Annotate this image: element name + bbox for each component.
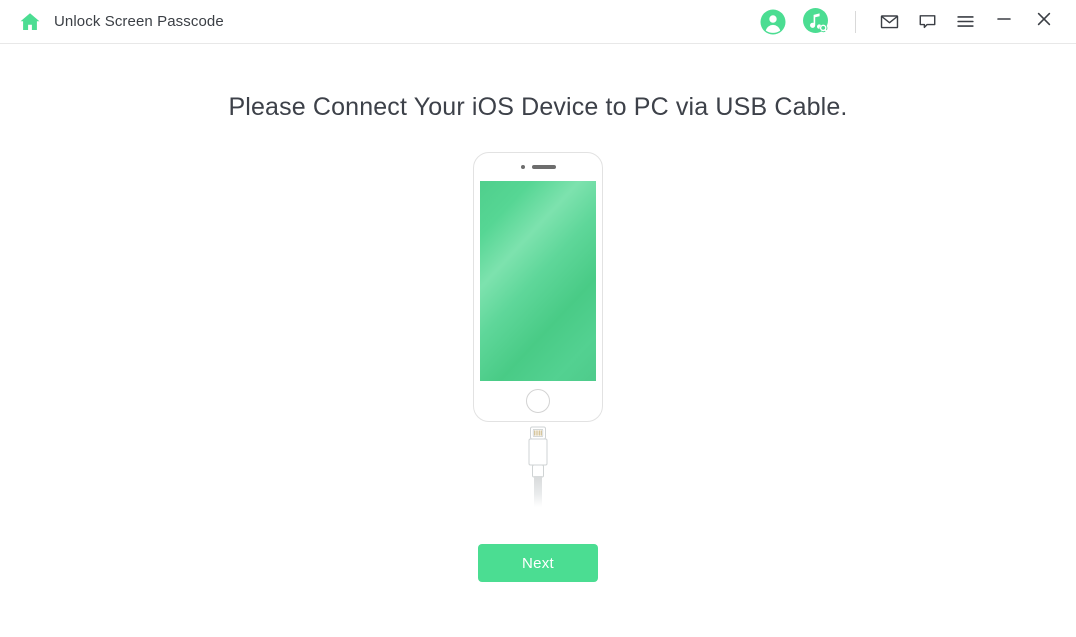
iphone-illustration — [473, 152, 603, 422]
home-icon[interactable] — [18, 10, 42, 34]
music-search-button[interactable] — [795, 3, 839, 41]
phone-bottom-bezel — [474, 381, 602, 421]
feedback-button[interactable] — [908, 3, 946, 41]
titlebar: Unlock Screen Passcode — [0, 0, 1076, 44]
menu-button[interactable] — [946, 3, 984, 41]
minimize-icon — [995, 10, 1013, 33]
next-button[interactable]: Next — [478, 544, 598, 582]
mail-button[interactable] — [870, 3, 908, 41]
main-content: Please Connect Your iOS Device to PC via… — [0, 44, 1076, 637]
app-window: Unlock Screen Passcode Please Connect Yo… — [0, 0, 1076, 637]
titlebar-branding: Unlock Screen Passcode — [18, 10, 224, 34]
account-icon — [760, 9, 786, 35]
page-title: Please Connect Your iOS Device to PC via… — [228, 93, 848, 121]
titlebar-actions — [751, 3, 1064, 41]
mail-icon — [880, 12, 899, 31]
account-button[interactable] — [751, 3, 795, 41]
phone-speaker-icon — [531, 165, 556, 169]
phone-camera-icon — [520, 165, 525, 169]
menu-icon — [956, 12, 975, 31]
window-title: Unlock Screen Passcode — [54, 13, 224, 30]
close-button[interactable] — [1024, 3, 1064, 41]
lightning-cable-icon — [518, 426, 558, 508]
minimize-button[interactable] — [984, 3, 1024, 41]
feedback-icon — [918, 12, 937, 31]
titlebar-divider — [855, 10, 856, 33]
phone-top-bezel — [474, 153, 602, 181]
music-search-icon — [802, 7, 832, 37]
close-icon — [1035, 10, 1053, 33]
phone-screen — [480, 181, 596, 381]
device-illustration — [438, 152, 638, 508]
phone-home-button-icon — [526, 389, 550, 413]
